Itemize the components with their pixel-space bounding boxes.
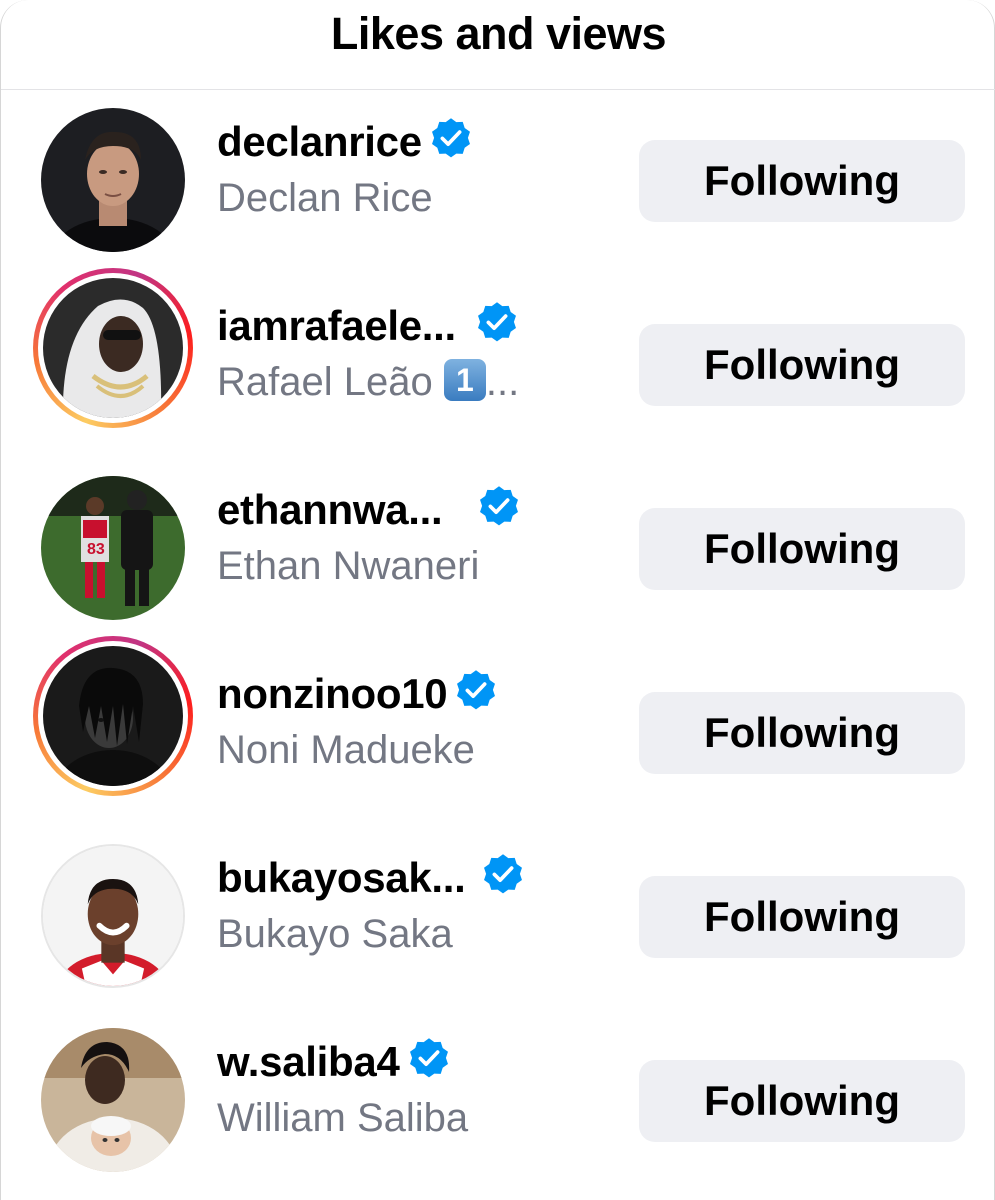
avatar[interactable] [41,108,185,252]
story-ring[interactable] [33,636,193,796]
avatar[interactable]: 83 [41,476,185,620]
following-button[interactable]: Following [639,324,965,406]
following-button[interactable]: Following [639,140,965,222]
verified-badge-icon [406,1036,452,1082]
verified-badge-icon [428,116,474,162]
avatar[interactable] [43,278,183,418]
full-name: Bukayo Saka [217,912,453,956]
avatar[interactable] [43,646,183,786]
avatar[interactable] [41,844,185,988]
sheet-header: Likes and views [1,0,995,90]
page-title: Likes and views [330,8,667,59]
username[interactable]: declanrice [217,118,422,165]
avatar[interactable] [41,1028,185,1172]
verified-badge-icon [476,484,522,530]
list-item[interactable]: bukayosak... Bukayo Saka Following [1,828,995,1012]
full-name: Declan Rice [217,176,433,220]
user-text: declanrice Declan Rice [217,118,474,221]
list-item[interactable]: w.saliba4 William Saliba Following [1,1012,995,1196]
following-button[interactable]: Following [639,876,965,958]
full-name: Noni Madueke [217,728,475,772]
full-name: Ethan Nwaneri [217,544,480,588]
user-text: bukayosak... Bukayo Saka [217,854,526,957]
username[interactable]: iamrafaele... [217,302,456,349]
user-text: nonzinoo10 Noni Madueke [217,670,499,773]
username[interactable]: bukayosak... [217,854,466,901]
list-item[interactable]: iamrafaele... Rafael Leão 1... Following [1,268,995,460]
username[interactable]: ethannwa... [217,486,443,533]
full-name: Rafael Leão [217,360,433,404]
following-button[interactable]: Following [639,508,965,590]
following-button[interactable]: Following [639,1060,965,1142]
truncation-ellipsis: ... [485,360,520,404]
user-list[interactable]: declanrice Declan Rice Following iamrafa… [1,92,995,1196]
user-text: ethannwa... Ethan Nwaneri [217,486,522,589]
user-text: iamrafaele... Rafael Leão 1... [217,302,520,405]
likes-sheet: Likes and views declanrice Declan Rice F… [0,0,995,1200]
verified-badge-icon [474,300,520,346]
list-item[interactable]: declanrice Declan Rice Following [1,92,995,276]
username[interactable]: w.saliba4 [217,1038,400,1085]
story-ring[interactable] [33,268,193,428]
verified-badge-icon [453,668,499,714]
full-name-line: Rafael Leão 1... [217,359,520,405]
full-name: William Saliba [217,1096,469,1140]
list-item[interactable]: nonzinoo10 Noni Madueke Following [1,636,995,828]
username[interactable]: nonzinoo10 [217,670,448,717]
svg-text:83: 83 [87,541,105,558]
list-item[interactable]: 83 ethannwa... Ethan Nwaneri Following [1,460,995,644]
user-text: w.saliba4 William Saliba [217,1038,468,1141]
verified-badge-icon [480,852,526,898]
following-button[interactable]: Following [639,692,965,774]
keycap-one-emoji: 1 [443,359,486,402]
